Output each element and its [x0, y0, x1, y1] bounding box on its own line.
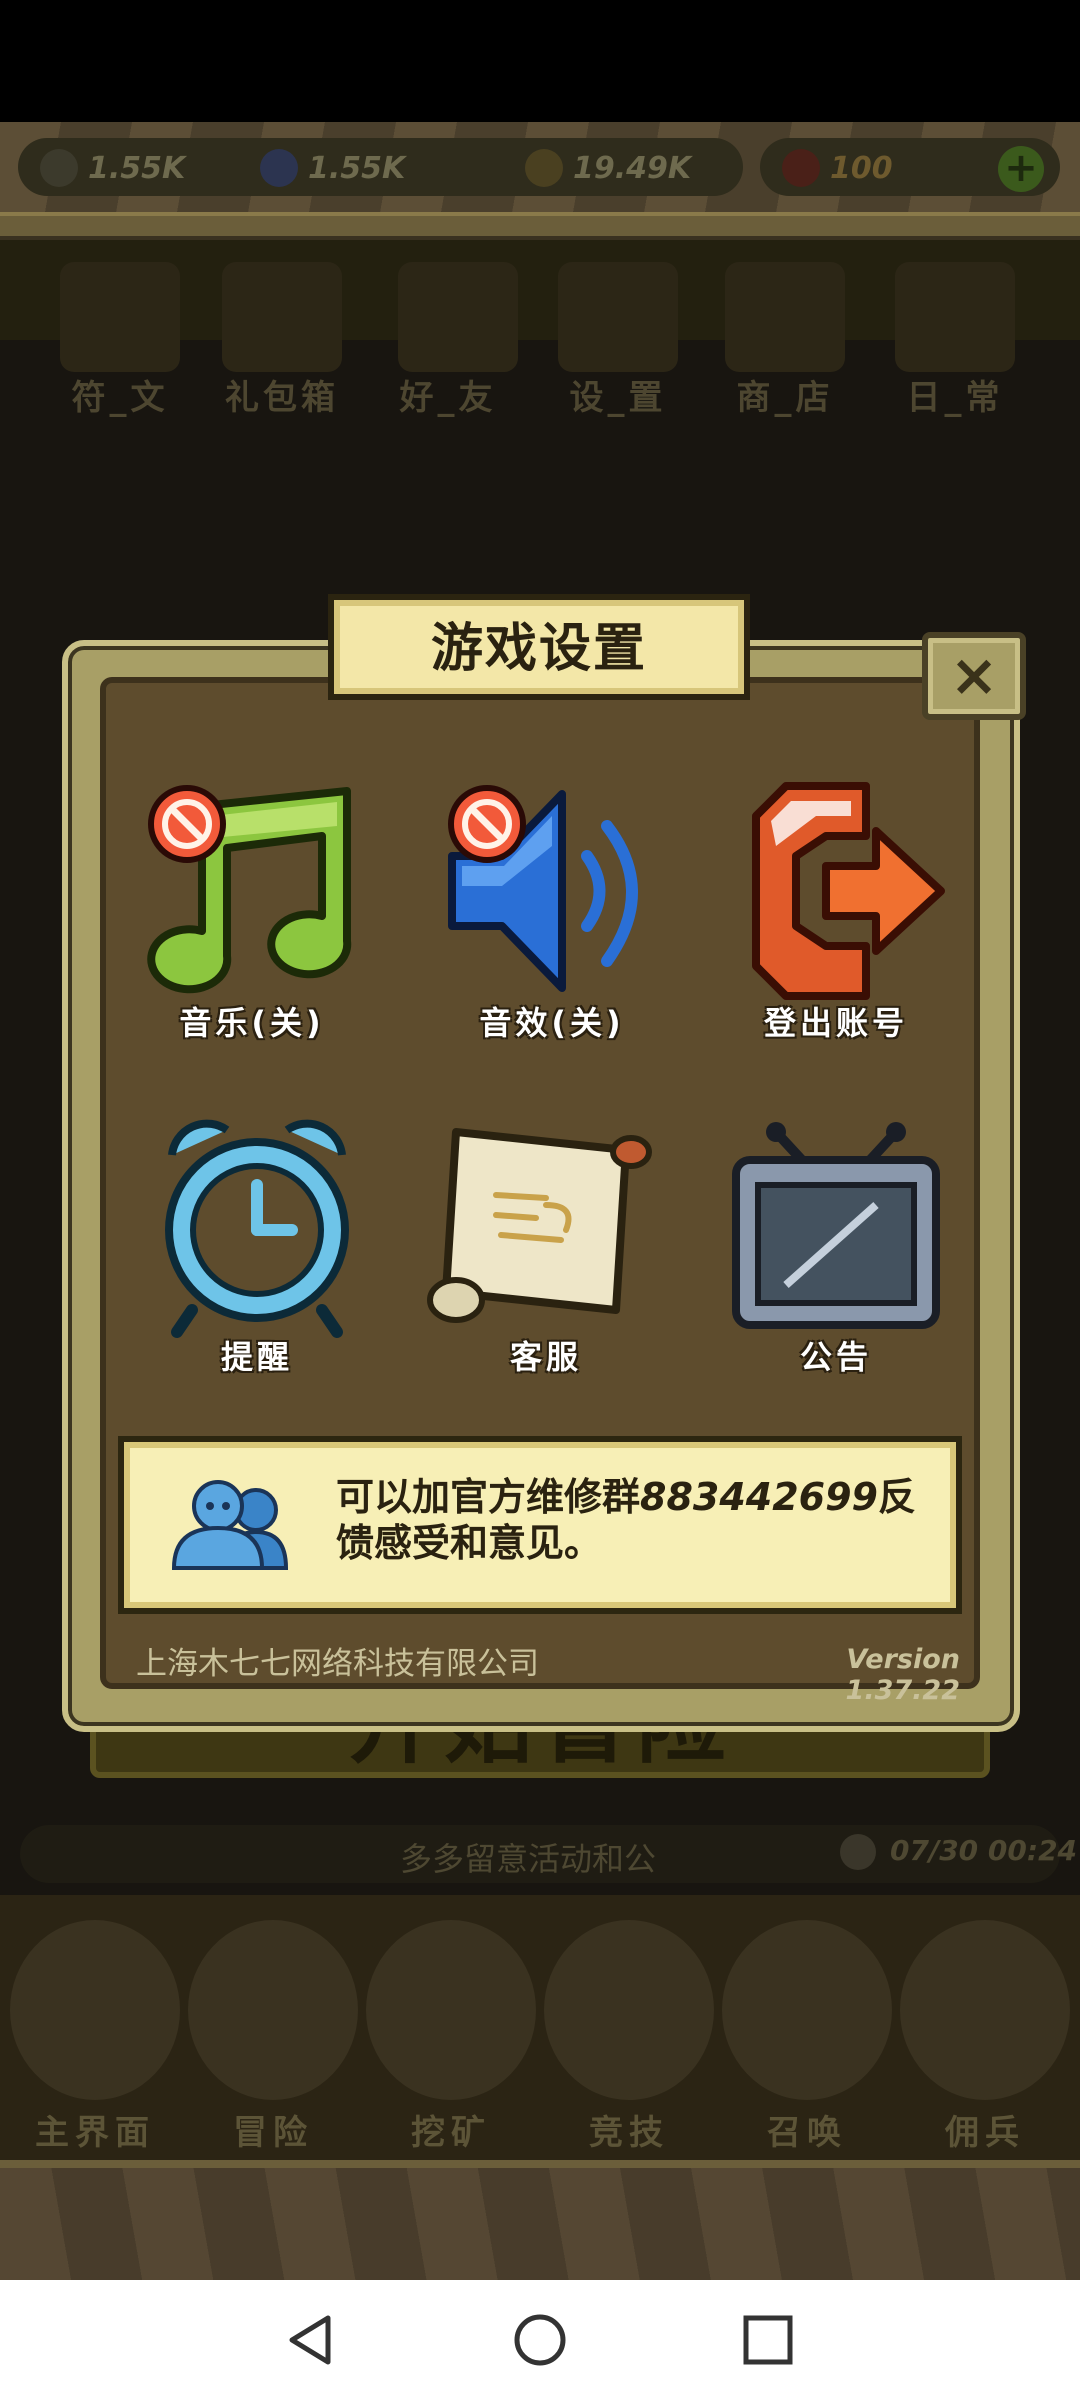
sound-label: 音效(关)	[479, 1004, 625, 1042]
nav-summon-button[interactable]	[722, 1920, 892, 2100]
customer-service-button[interactable]: 客服	[426, 1110, 666, 1410]
menu-giftbox-tile[interactable]	[222, 262, 342, 372]
info-text: 可以加官方维修群883442699反馈感受和意见。	[336, 1474, 936, 1566]
logout-label: 登出账号	[763, 1004, 908, 1042]
dialog-title: 游戏设置	[430, 619, 647, 679]
resource-value: 1.55K	[88, 150, 186, 186]
home-icon[interactable]	[512, 2312, 568, 2368]
status-bar	[0, 0, 1080, 122]
ticker-text: 多多留意活动和公	[400, 1840, 657, 1878]
resource-value: 100	[830, 150, 893, 186]
qq-group-number: 883442699	[640, 1475, 878, 1519]
nav-mercenary-button[interactable]	[900, 1920, 1070, 2100]
announcement-board-icon	[732, 1122, 940, 1329]
company-name: 上海木七七网络科技有限公司	[136, 1646, 539, 1682]
resource-sword: 1.55K	[40, 148, 185, 188]
reminder-button[interactable]: 提醒	[137, 1110, 377, 1410]
resource-value: 19.49K	[573, 150, 692, 186]
disabled-icon	[448, 785, 526, 863]
gem-icon	[782, 149, 820, 187]
resource-value: 1.55K	[308, 150, 406, 186]
menu-label-runes: 符_文	[71, 378, 169, 418]
music-toggle-button[interactable]: 音乐(关)	[132, 776, 372, 1076]
music-label: 音乐(关)	[179, 1004, 325, 1042]
nav-adventure-button[interactable]	[188, 1920, 358, 2100]
info-prefix: 可以加官方维修群	[336, 1475, 641, 1519]
bottom-banner	[0, 2160, 1080, 2280]
nav-label-summon: 召唤	[767, 2113, 847, 2153]
exp-icon	[260, 149, 298, 187]
nav-label-main: 主界面	[35, 2113, 155, 2153]
coin-icon	[525, 149, 563, 187]
menu-label-settings: 设_置	[569, 378, 667, 418]
close-icon[interactable]: ×	[922, 632, 1026, 720]
sound-toggle-button[interactable]: 音效(关)	[432, 776, 672, 1076]
sword-icon	[40, 149, 78, 187]
version-text: Version 1.37.22	[845, 1644, 960, 1706]
group-icon	[171, 1480, 289, 1570]
scroll-icon	[427, 1128, 652, 1323]
customer-service-label: 客服	[509, 1338, 582, 1376]
menu-label-friends: 好_友	[399, 378, 497, 418]
add-gem-button[interactable]: +	[998, 146, 1044, 192]
menu-friends-tile[interactable]	[398, 262, 518, 372]
nav-label-mining: 挖矿	[411, 2113, 491, 2153]
reminder-label: 提醒	[220, 1338, 293, 1376]
nav-main-button[interactable]	[10, 1920, 180, 2100]
music-note-icon	[147, 785, 352, 994]
nav-mining-button[interactable]	[366, 1920, 536, 2100]
ticker-time: 07/30 00:24	[890, 1834, 1078, 1867]
clock-icon	[840, 1834, 876, 1870]
logout-icon	[752, 782, 945, 1000]
speaker-icon	[448, 785, 638, 992]
recents-icon[interactable]	[742, 2314, 794, 2366]
disabled-icon	[148, 785, 226, 863]
resource-exp: 1.55K	[260, 148, 405, 188]
menu-label-daily: 日_常	[906, 378, 1004, 418]
logout-button[interactable]: 登出账号	[716, 776, 956, 1076]
menu-daily-tile[interactable]	[895, 262, 1015, 372]
resource-coin: 19.49K	[525, 148, 691, 188]
menu-label-shop: 商_店	[736, 378, 834, 418]
banner-edge	[0, 212, 1080, 240]
menu-settings-tile[interactable]	[558, 262, 678, 372]
nav-label-arena: 竞技	[589, 2113, 669, 2153]
menu-label-giftbox: 礼包箱	[225, 378, 339, 418]
back-icon[interactable]	[282, 2312, 338, 2368]
resource-gem: 100	[782, 148, 893, 188]
nav-arena-button[interactable]	[544, 1920, 714, 2100]
menu-runes-tile[interactable]	[60, 262, 180, 372]
menu-shop-tile[interactable]	[725, 262, 845, 372]
nav-label-adventure: 冒险	[233, 2113, 313, 2153]
announcement-label: 公告	[799, 1338, 872, 1376]
nav-label-mercenary: 佣兵	[945, 2113, 1025, 2153]
alarm-clock-icon	[165, 1119, 349, 1338]
announcement-button[interactable]: 公告	[716, 1110, 956, 1410]
